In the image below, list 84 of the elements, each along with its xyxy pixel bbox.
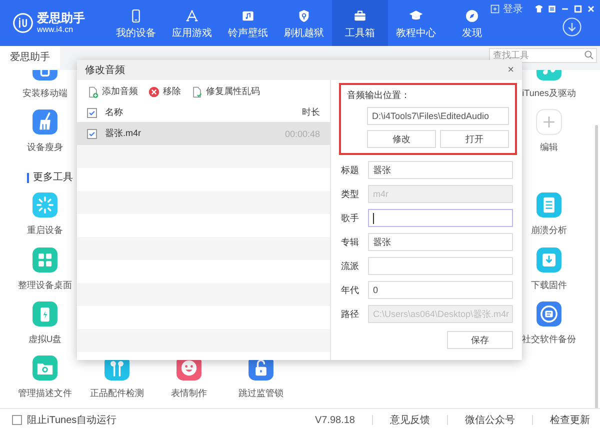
nav-tab[interactable]: 我的设备	[108, 0, 164, 46]
search-field[interactable]: 查找工具	[489, 48, 597, 62]
field-label: 歌手	[340, 212, 360, 224]
button[interactable]: 打开	[440, 130, 509, 148]
toolbar-button[interactable]: 修复属性乱码	[191, 85, 260, 98]
shirt-icon[interactable]	[534, 4, 544, 14]
dialog-title: 修改音频	[85, 64, 125, 77]
footer-link[interactable]: 微信公众号	[465, 413, 515, 427]
tool-label[interactable]: 管理描述文件	[18, 387, 72, 399]
tool-label[interactable]: 虚拟U盘	[28, 333, 62, 345]
tool-label[interactable]: 正品配件检测	[90, 387, 144, 399]
logo-name: 爱思助手	[37, 11, 85, 25]
toolbar-button[interactable]: 添加音频	[87, 85, 138, 98]
file-duration: 00:00:48	[284, 128, 320, 138]
field-label: 年代	[340, 284, 360, 296]
tab[interactable]: 爱思助手	[0, 46, 60, 70]
menu-icon[interactable]	[547, 4, 557, 14]
logo-icon	[13, 13, 33, 33]
input-field[interactable]	[368, 257, 513, 275]
login-link[interactable]: 登录	[503, 2, 523, 16]
nav-tab[interactable]: 教程中心	[388, 0, 444, 46]
checkbox[interactable]	[87, 108, 97, 118]
tool-label[interactable]: 设备瘦身	[27, 141, 63, 153]
nav-tab[interactable]: 铃声壁纸	[220, 0, 276, 46]
tool-label[interactable]: 下载固件	[531, 279, 567, 291]
file-name: 嚣张.m4r	[105, 127, 142, 140]
compass-icon	[464, 8, 480, 24]
toolbar-button[interactable]: 移除	[148, 85, 181, 98]
grid-icon[interactable]	[32, 247, 58, 273]
close-icon[interactable]	[586, 4, 596, 14]
download-icon[interactable]	[562, 17, 582, 37]
chat-icon[interactable]	[536, 301, 562, 327]
footer-link[interactable]: 检查更新	[550, 413, 590, 427]
field-label: 流派	[340, 260, 360, 272]
tool-label[interactable]: 社交软件备份	[522, 333, 576, 345]
tool-label[interactable]: 跳过监管锁	[238, 387, 284, 399]
app-store-icon	[184, 8, 200, 24]
tool-label[interactable]: 编辑	[540, 141, 558, 153]
input-field[interactable]: 0	[368, 281, 513, 299]
nav-tab[interactable]: 刷机越狱	[276, 0, 332, 46]
download-icon[interactable]	[536, 247, 562, 273]
column-header: 名称	[105, 106, 124, 119]
close-button[interactable]: ×	[508, 64, 514, 76]
plus-icon[interactable]	[536, 109, 562, 135]
tool-label[interactable]: 崩溃分析	[531, 224, 567, 236]
field-label: 类型	[340, 188, 360, 200]
search-icon	[584, 50, 594, 60]
output-label: 音频输出位置：	[347, 89, 411, 102]
field-label: 路径	[340, 308, 360, 320]
tool-label[interactable]: 表情制作	[171, 387, 207, 399]
nav-tab[interactable]: 应用游戏	[164, 0, 220, 46]
input-field[interactable]	[368, 209, 513, 227]
checkbox[interactable]	[12, 415, 22, 425]
path-field[interactable]: D:\i4Tools7\Files\EditedAudio	[367, 107, 509, 125]
checkbox[interactable]	[87, 128, 97, 138]
nav-tab[interactable]: 工具箱	[332, 0, 388, 46]
input-field[interactable]: 嚣张	[368, 233, 513, 251]
folder-icon[interactable]	[32, 355, 58, 381]
version-label: V7.98.18	[314, 414, 355, 426]
logo-url: www.i4.cn	[37, 25, 74, 35]
field-label: 专辑	[340, 236, 360, 248]
tool-label[interactable]: 安装移动端	[22, 87, 68, 99]
tool-label[interactable]: iTunes及驱动	[522, 87, 576, 99]
tool-label[interactable]: 整理设备桌面	[18, 279, 72, 291]
nav-tab[interactable]: 发现	[444, 0, 500, 46]
file-row[interactable]: 嚣张.m4r 00:00:48	[77, 122, 330, 145]
footer-link[interactable]: 意见反馈	[390, 413, 430, 427]
remove-icon	[148, 86, 160, 98]
tool-label[interactable]: 重启设备	[27, 224, 63, 236]
loading-icon[interactable]	[32, 192, 58, 218]
repair-file-icon	[191, 86, 203, 98]
checkbox-label[interactable]: 阻止iTunes自动运行	[27, 413, 117, 427]
add-file-icon	[87, 86, 99, 98]
section-heading: 更多工具	[27, 172, 73, 182]
broom-icon[interactable]	[32, 109, 58, 135]
field-label: 标题	[340, 164, 360, 176]
maximize-icon[interactable]	[573, 4, 583, 14]
scrollbar[interactable]	[595, 125, 598, 408]
button[interactable]: 修改	[367, 130, 436, 148]
usb-drive-icon[interactable]	[32, 301, 58, 327]
save-button[interactable]: 保存	[447, 331, 513, 349]
column-header: 时长	[302, 106, 320, 119]
document-icon[interactable]	[536, 192, 562, 218]
input-field[interactable]: 嚣张	[368, 161, 513, 179]
